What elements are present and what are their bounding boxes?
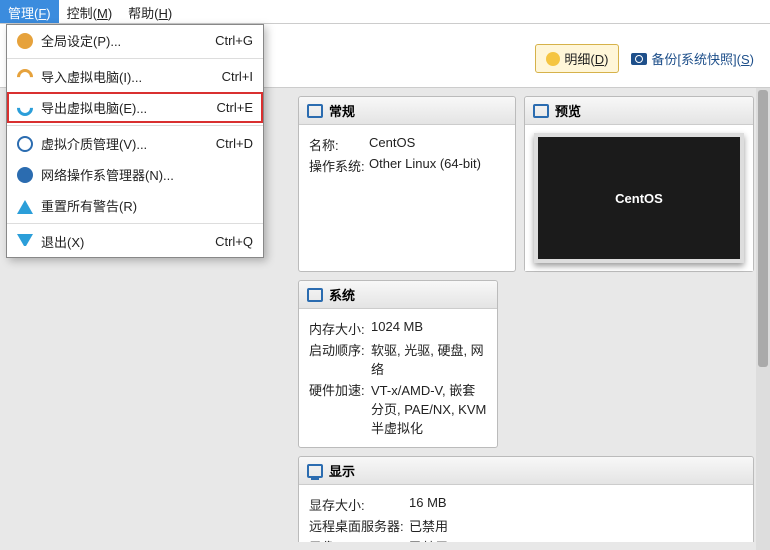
menu-item-shortcut: Ctrl+E — [217, 100, 253, 115]
system-panel: 系统 内存大小:1024 MB 启动顺序:软驱, 光驱, 硬盘, 网络 硬件加速… — [298, 280, 498, 448]
acc-label: 硬件加速: — [309, 380, 371, 437]
monitor-icon — [533, 104, 549, 118]
gear-icon — [17, 33, 33, 49]
menu-item-label: 全局设定(P)... — [41, 31, 207, 50]
boot-value: 软驱, 光驱, 硬盘, 网络 — [371, 340, 487, 378]
name-value: CentOS — [369, 135, 505, 154]
rdp-value: 已禁用 — [409, 516, 743, 535]
chip-icon — [307, 288, 323, 302]
preview-screen: CentOS — [534, 133, 744, 263]
rec-label: 录像: — [309, 537, 409, 542]
menu-item-5[interactable]: 虚拟介质管理(V)... Ctrl+D — [7, 128, 263, 159]
menu-item-7[interactable]: 重置所有警告(R) — [7, 190, 263, 221]
preview-title: 预览 — [555, 101, 581, 120]
menu-item-label: 导出虚拟电脑(E)... — [41, 98, 209, 117]
menu-item-2[interactable]: 导入虚拟电脑(I)... Ctrl+I — [7, 61, 263, 92]
menu-item-label: 网络操作系管理器(N)... — [41, 165, 245, 184]
net-icon — [17, 167, 33, 183]
os-value: Other Linux (64-bit) — [369, 156, 505, 175]
menu-item-shortcut: Ctrl+I — [222, 69, 253, 84]
system-title: 系统 — [329, 285, 355, 304]
camera-icon — [631, 53, 647, 65]
menu-item-0[interactable]: 全局设定(P)... Ctrl+G — [7, 25, 263, 56]
rec-value: 已禁用 — [409, 537, 743, 542]
vram-value: 16 MB — [409, 495, 743, 514]
menu-item-label: 退出(X) — [41, 232, 207, 251]
menu-item-shortcut: Ctrl+Q — [215, 234, 253, 249]
scrollbar-thumb[interactable] — [758, 90, 768, 367]
menu-item-label: 虚拟介质管理(V)... — [41, 134, 208, 153]
menu-file[interactable]: 管理(F) — [0, 0, 59, 23]
details-icon — [546, 52, 560, 66]
menu-item-9[interactable]: 退出(X) Ctrl+Q — [7, 226, 263, 257]
arc2-icon — [14, 96, 37, 119]
menu-item-label: 重置所有警告(R) — [41, 196, 245, 215]
snapshot-button[interactable]: 备份[系统快照](S) — [631, 49, 754, 68]
general-panel: 常规 名称:CentOS 操作系统:Other Linux (64-bit) — [298, 96, 516, 272]
display-title: 显示 — [329, 461, 355, 480]
menubar: 管理(F) 控制(M) 帮助(H) — [0, 0, 770, 24]
boot-label: 启动顺序: — [309, 340, 371, 378]
os-label: 操作系统: — [309, 156, 369, 175]
acc-value: VT-x/AMD-V, 嵌套分页, PAE/NX, KVM 半虚拟化 — [371, 380, 487, 437]
preview-panel: 预览 CentOS — [524, 96, 754, 272]
mem-value: 1024 MB — [371, 319, 487, 338]
disc-icon — [17, 136, 33, 152]
menu-item-3[interactable]: 导出虚拟电脑(E)... Ctrl+E — [7, 92, 263, 123]
mem-label: 内存大小: — [309, 319, 371, 338]
file-menu-dropdown: 全局设定(P)... Ctrl+G 导入虚拟电脑(I)... Ctrl+I 导出虚拟电脑… — [6, 24, 264, 258]
display-panel: 显示 显存大小:16 MB 远程桌面服务器:已禁用 录像:已禁用 — [298, 456, 754, 542]
menu-item-label: 导入虚拟电脑(I)... — [41, 67, 214, 86]
rdp-label: 远程桌面服务器: — [309, 516, 409, 535]
general-title: 常规 — [329, 101, 355, 120]
menu-help[interactable]: 帮助(H) — [120, 0, 180, 23]
exit-icon — [17, 234, 33, 250]
details-button[interactable]: 明细(D) — [535, 44, 619, 73]
display-icon — [307, 464, 323, 478]
warn-icon — [17, 198, 33, 214]
menu-control[interactable]: 控制(M) — [59, 0, 121, 23]
vram-label: 显存大小: — [309, 495, 409, 514]
menu-item-shortcut: Ctrl+G — [215, 33, 253, 48]
scrollbar[interactable] — [756, 88, 770, 550]
menu-item-shortcut: Ctrl+D — [216, 136, 253, 151]
arc-icon — [14, 65, 37, 88]
menu-item-6[interactable]: 网络操作系管理器(N)... — [7, 159, 263, 190]
monitor-icon — [307, 104, 323, 118]
name-label: 名称: — [309, 135, 369, 154]
